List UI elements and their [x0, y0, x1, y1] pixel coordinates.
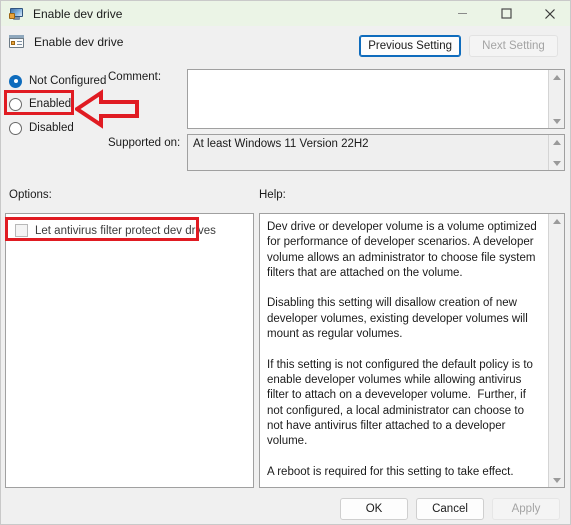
- scroll-down-icon[interactable]: [549, 473, 565, 487]
- ok-button[interactable]: OK: [340, 498, 408, 520]
- scroll-up-icon[interactable]: [549, 214, 565, 228]
- radio-mark-not-configured: [9, 74, 22, 88]
- monitor-policy-icon: [9, 6, 25, 22]
- scroll-up-icon[interactable]: [549, 70, 565, 84]
- next-setting-button: Next Setting: [469, 35, 558, 57]
- policy-setting-icon: [9, 34, 25, 50]
- radio-not-configured[interactable]: Not Configured: [9, 72, 106, 90]
- annotation-arrow-icon: [75, 89, 139, 129]
- previous-setting-button[interactable]: Previous Setting: [359, 35, 461, 57]
- radio-label-not-configured: Not Configured: [29, 75, 107, 87]
- scroll-up-icon[interactable]: [549, 135, 565, 149]
- checkbox-antivirus-filter: Let antivirus filter protect dev drives: [15, 224, 216, 237]
- comment-textbox[interactable]: [187, 69, 565, 129]
- close-icon[interactable]: [528, 1, 570, 26]
- minimize-icon[interactable]: [440, 1, 484, 26]
- help-scrollbar[interactable]: [548, 214, 564, 487]
- apply-button: Apply: [492, 498, 560, 520]
- scroll-down-icon[interactable]: [549, 114, 565, 128]
- supported-on-textbox: At least Windows 11 Version 22H2: [187, 134, 565, 171]
- group-policy-setting-dialog: Enable dev drive Enable dev drive Previo…: [0, 0, 571, 525]
- radio-enabled[interactable]: Enabled: [9, 95, 71, 113]
- radio-label-disabled: Disabled: [29, 122, 74, 134]
- supported-on-value: At least Windows 11 Version 22H2: [193, 138, 369, 150]
- dialog-buttons: OK Cancel Apply: [340, 498, 560, 520]
- title-bar: Enable dev drive: [1, 1, 570, 26]
- comment-label: Comment:: [108, 71, 162, 83]
- radio-label-enabled: Enabled: [29, 98, 72, 110]
- checkbox-mark: [15, 224, 28, 237]
- supported-on-scrollbar[interactable]: [548, 135, 564, 170]
- scroll-down-icon[interactable]: [549, 156, 565, 170]
- options-label: Options:: [9, 189, 52, 201]
- radio-disabled[interactable]: Disabled: [9, 119, 74, 137]
- cancel-button[interactable]: Cancel: [416, 498, 484, 520]
- help-panel: Dev drive or developer volume is a volum…: [259, 213, 565, 488]
- comment-scrollbar[interactable]: [548, 70, 564, 128]
- checkbox-label: Let antivirus filter protect dev drives: [35, 224, 216, 237]
- maximize-icon[interactable]: [484, 1, 528, 26]
- help-label: Help:: [259, 189, 286, 201]
- setting-navigation: Previous Setting Next Setting: [359, 35, 558, 57]
- options-panel: Let antivirus filter protect dev drives: [5, 213, 254, 488]
- comment-value[interactable]: [188, 70, 548, 128]
- help-text: Dev drive or developer volume is a volum…: [267, 221, 537, 478]
- radio-mark-disabled: [9, 121, 22, 135]
- setting-name: Enable dev drive: [34, 35, 124, 49]
- supported-on-label: Supported on:: [108, 137, 181, 149]
- window-title: Enable dev drive: [33, 6, 123, 21]
- radio-mark-enabled: [9, 97, 22, 111]
- window-controls: [440, 1, 570, 26]
